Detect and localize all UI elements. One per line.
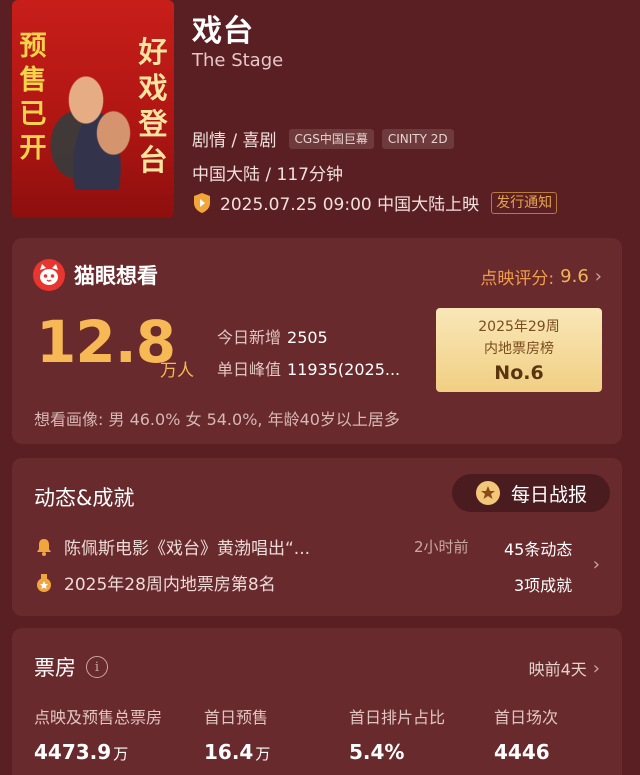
daily-peak-label: 单日峰值: [217, 360, 282, 379]
box-stat-unit: 万: [113, 745, 129, 763]
box-stat-label: 首日排片占比: [349, 708, 446, 727]
daily-report-label: 每日战报: [510, 483, 587, 506]
release-notice-button[interactable]: 发行通知: [491, 191, 558, 214]
box-stat-unit: 万: [255, 745, 271, 763]
achievement-count: 3项成就: [514, 576, 573, 595]
audience-portrait: 想看画像: 男 46.0% 女 54.0%, 年龄40岁以上居多: [34, 410, 400, 429]
release-row: 2025.07.25 09:00 中国大陆上映 发行通知: [192, 190, 558, 215]
box-stat-label: 首日场次: [494, 708, 559, 727]
achievement-item[interactable]: 2025年28周内地票房第8名: [34, 570, 276, 595]
trophy-medal-icon: [37, 573, 51, 592]
box-stat-label: 点映及预售总票房: [34, 708, 163, 727]
news-count: 45条动态: [504, 540, 573, 559]
region-duration: 中国大陆 / 117分钟: [192, 165, 343, 185]
poster-artwork: [42, 40, 152, 190]
movie-title: 戏台: [192, 14, 254, 49]
dynamics-title: 动态&成就: [34, 486, 135, 510]
box-office-title: 票房: [34, 656, 76, 680]
box-office-card: 票房 i 映前4天 › 点映及预售总票房 4473.9 万 首日预售 16.4 万 …: [12, 628, 622, 775]
want-title: 猫眼想看: [74, 264, 158, 288]
daily-report-button[interactable]: 每日战报: [452, 474, 610, 512]
chevron-right-icon: ›: [592, 554, 600, 575]
rating-value: 9.6: [560, 266, 589, 287]
rank-number: No.6: [494, 362, 544, 384]
preview-rating-link[interactable]: 点映评分: 9.6 ›: [480, 264, 602, 289]
box-stat-value: 16.4 万: [204, 740, 271, 764]
box-stat-value: 4473.9 万: [34, 740, 129, 764]
release-date: 2025.07.25 09:00 中国大陆上映: [220, 195, 480, 215]
maoyan-cat-icon: [33, 259, 65, 291]
format-tag-cinity: CINITY 2D: [381, 128, 454, 149]
daily-peak-value: 11935(2025...: [287, 360, 401, 379]
format-tag-cgs: CGS中国巨幕: [288, 128, 374, 149]
today-new-label: 今日新增: [217, 328, 282, 347]
achievement-text: 2025年28周内地票房第8名: [64, 575, 276, 595]
movie-genre: 剧情 / 喜剧: [192, 131, 277, 151]
want-count: 12.8: [36, 308, 176, 376]
want-count-unit: 万人: [160, 361, 194, 381]
movie-english-title: The Stage: [192, 50, 284, 71]
genre-row: 剧情 / 喜剧 CGS中国巨幕 CINITY 2D: [192, 126, 454, 151]
box-stat-value: 4446: [494, 740, 550, 764]
dynamics-card[interactable]: 动态&成就 每日战报 陈佩斯电影《戏台》黄渤唱出“... 2小时前 45条动态 …: [12, 458, 622, 616]
days-before-release-link[interactable]: 映前4天 ›: [529, 656, 600, 680]
daily-peak-stat: 单日峰值 11935(2025...: [217, 356, 400, 380]
news-time: 2小时前: [414, 538, 469, 556]
rank-chart-name: 内地票房榜: [484, 341, 554, 357]
medal-icon: [475, 481, 500, 505]
box-office-title-row: 票房 i: [34, 652, 108, 682]
shield-icon: [194, 192, 210, 213]
chevron-right-icon: ›: [594, 266, 602, 287]
poster-presale-text: 预售已开: [19, 31, 47, 164]
rating-label: 点映评分:: [480, 269, 555, 289]
today-new-stat: 今日新增 2505: [217, 324, 328, 348]
box-stat-schedule-share: 首日排片占比 5.4%: [349, 704, 445, 764]
box-stat-value: 5.4%: [349, 740, 405, 764]
today-new-value: 2505: [287, 328, 328, 347]
box-stat-total: 点映及预售总票房 4473.9 万: [34, 704, 162, 764]
movie-header: 预售已开 好戏登台 戏台 The Stage 剧情 / 喜剧 CGS中国巨幕 C…: [0, 0, 640, 230]
chevron-right-icon: ›: [592, 657, 600, 679]
info-icon[interactable]: i: [86, 656, 108, 678]
box-stat-screenings: 首日场次 4446: [494, 704, 558, 764]
want-to-see-card: 猫眼想看 点映评分: 9.6 › 12.8 万人 今日新增 2505 单日峰值 11…: [12, 238, 622, 444]
bell-icon: [37, 538, 51, 556]
days-before-release: 映前4天: [528, 660, 587, 679]
movie-poster[interactable]: 预售已开 好戏登台: [12, 0, 174, 218]
rank-week: 2025年29周: [478, 319, 560, 335]
box-stat-first-day-presale: 首日预售 16.4 万: [204, 704, 270, 764]
news-text: 陈佩斯电影《戏台》黄渤唱出“...: [64, 539, 311, 559]
box-stat-label: 首日预售: [204, 708, 269, 727]
weekly-rank-badge[interactable]: 2025年29周 内地票房榜 No.6: [436, 308, 602, 392]
news-item[interactable]: 陈佩斯电影《戏台》黄渤唱出“...: [34, 534, 310, 559]
poster-slogan-text: 好戏登台: [138, 35, 168, 177]
